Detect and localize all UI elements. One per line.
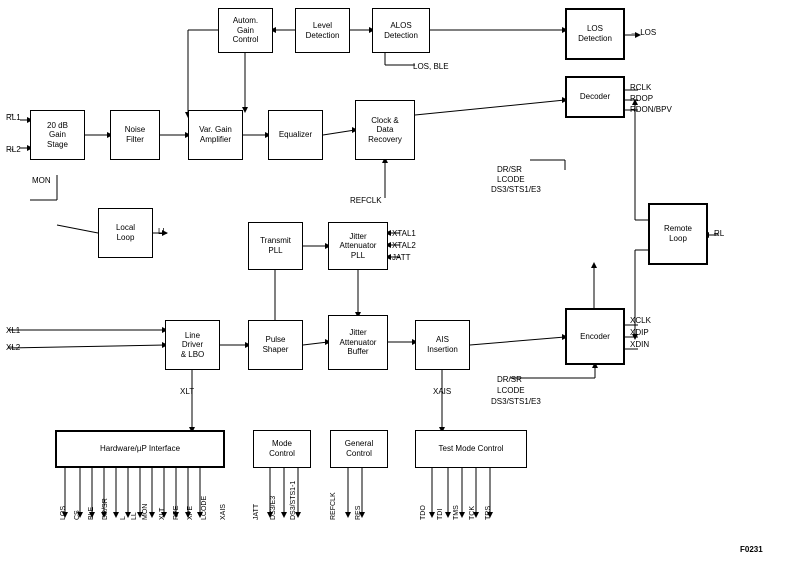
- mon-pin: MON: [142, 504, 149, 520]
- ds3-label: DS3/STS1/E3: [491, 185, 541, 194]
- lcode-pin: LCODE: [201, 496, 208, 520]
- mode-control-block: ModeControl: [253, 430, 311, 468]
- drsr-pin: DR/SR: [102, 498, 109, 520]
- test-mode-label: Test Mode Control: [439, 444, 504, 454]
- general-control-label: GeneralControl: [345, 439, 373, 458]
- los-detect-block: LOSDetection: [565, 8, 625, 60]
- cdr-label: Clock &DataRecovery: [368, 116, 402, 145]
- rl1-arrow: →: [6, 108, 15, 118]
- var-gain-amp-block: Var. GainAmplifier: [188, 110, 243, 160]
- dr-sr2-label: DR/SR: [497, 375, 522, 384]
- cdr-block: Clock &DataRecovery: [355, 100, 415, 160]
- rl-arrow: ←: [712, 227, 721, 237]
- ll-pin: LL: [131, 512, 138, 520]
- trs-pin: TRS: [485, 506, 492, 520]
- gain-stage-label: 20 dBGainStage: [47, 121, 68, 150]
- gain-stage-block: 20 dBGainStage: [30, 110, 85, 160]
- rdop-label: RDOP: [630, 94, 653, 103]
- jitter-att-buf-label: JitterAttenuatorBuffer: [340, 328, 377, 357]
- line-driver-block: LineDriver& LBO: [165, 320, 220, 370]
- los-detect-label: LOSDetection: [578, 24, 612, 43]
- rl2-arrow: →: [6, 143, 15, 153]
- alos-detect-block: ALOSDetection: [372, 8, 430, 53]
- l-pin: L: [120, 516, 127, 520]
- test-mode-block: Test Mode Control: [415, 430, 527, 468]
- level-detect-block: LevelDetection: [295, 8, 350, 53]
- jitter-att-buf-block: JitterAttenuatorBuffer: [328, 315, 388, 370]
- general-control-block: GeneralControl: [330, 430, 388, 468]
- los-pin: LOS: [60, 506, 67, 520]
- local-loop-label: LocalLoop: [116, 223, 135, 242]
- ds3sts1-pin: DS3/STS1-1: [290, 481, 297, 520]
- noise-filter-block: NoiseFilter: [110, 110, 160, 160]
- pulse-shaper-block: PulseShaper: [248, 320, 303, 370]
- refclk-label: REFCLK: [350, 196, 382, 205]
- equalizer-label: Equalizer: [279, 130, 312, 140]
- xdin-label: XDIN: [630, 340, 649, 349]
- level-detect-label: LevelDetection: [306, 21, 340, 40]
- decoder-label: Decoder: [580, 92, 610, 102]
- tdi-pin: TDI: [437, 509, 444, 520]
- local-loop-block: LocalLoop: [98, 208, 153, 258]
- xl2-arrow: →: [6, 340, 15, 350]
- encoder-block: Encoder: [565, 308, 625, 365]
- xtal1-label: XTAL1: [392, 229, 416, 238]
- xpe-pin: XPE: [187, 506, 194, 520]
- ble-pin: BLE: [88, 507, 95, 520]
- jatt-label: JATT: [392, 253, 411, 262]
- alos-detect-label: ALOSDetection: [384, 21, 418, 40]
- jatt-pin: JATT: [253, 504, 260, 520]
- xlt-label: XLT: [180, 387, 194, 396]
- remote-loop-label: RemoteLoop: [664, 224, 692, 243]
- cs-pin: CS: [74, 510, 81, 520]
- ais-insertion-label: AISInsertion: [427, 335, 458, 354]
- los-out-label: → LOS: [630, 28, 656, 37]
- tck-pin: TCK: [469, 506, 476, 520]
- rdonbpv-label: RDON/BPV: [630, 105, 672, 114]
- res-pin: RES: [355, 506, 362, 520]
- encoder-label: Encoder: [580, 332, 610, 342]
- mon-label: MON: [32, 176, 51, 185]
- jitter-att-pll-label: JitterAttenuatorPLL: [340, 232, 377, 261]
- remote-loop-block: RemoteLoop: [648, 203, 708, 265]
- refclk-pin: REFCLK: [330, 492, 337, 520]
- tms-pin: TMS: [453, 505, 460, 520]
- hw-interface-block: Hardware/µP Interface: [55, 430, 225, 468]
- diagram-container: 20 dBGainStage NoiseFilter Var. GainAmpl…: [0, 0, 788, 574]
- xclk-label: XCLK: [630, 316, 651, 325]
- xlt-pin: XLT: [159, 508, 166, 520]
- tdo-pin: TDO: [420, 505, 427, 520]
- xdip-label: XDIP: [630, 328, 649, 337]
- f0231-label: F0231: [740, 545, 763, 554]
- jitter-att-pll-block: JitterAttenuatorPLL: [328, 222, 388, 270]
- ll-label: LL: [158, 227, 167, 236]
- lcode2-label: LCODE: [497, 386, 525, 395]
- var-gain-amp-label: Var. GainAmplifier: [199, 125, 232, 144]
- mode-control-label: ModeControl: [269, 439, 295, 458]
- transmit-pll-block: TransmitPLL: [248, 222, 303, 270]
- ais-insertion-block: AISInsertion: [415, 320, 470, 370]
- rpe-pin: RPE: [173, 506, 180, 520]
- ds3-2-label: DS3/STS1/E3: [491, 397, 541, 406]
- rclk-label: RCLK: [630, 83, 651, 92]
- autom-gain-block: Autom.GainControl: [218, 8, 273, 53]
- transmit-pll-label: TransmitPLL: [260, 236, 291, 255]
- autom-gain-label: Autom.GainControl: [233, 16, 259, 45]
- decoder-block: Decoder: [565, 76, 625, 118]
- pulse-shaper-label: PulseShaper: [263, 335, 289, 354]
- xais-pin: XAIS: [220, 504, 227, 520]
- hw-interface-label: Hardware/µP Interface: [100, 444, 180, 454]
- xtal2-label: XTAL2: [392, 241, 416, 250]
- equalizer-block: Equalizer: [268, 110, 323, 160]
- ds3e3-pin: DS3/E3: [270, 496, 277, 520]
- noise-filter-label: NoiseFilter: [125, 125, 145, 144]
- xais-label: XAIS: [433, 387, 451, 396]
- line-driver-label: LineDriver& LBO: [181, 331, 205, 360]
- xl1-arrow: →: [6, 323, 15, 333]
- lcode-label: LCODE: [497, 175, 525, 184]
- dr-sr-label: DR/SR: [497, 165, 522, 174]
- los-ble-label: LOS, BLE: [413, 62, 449, 71]
